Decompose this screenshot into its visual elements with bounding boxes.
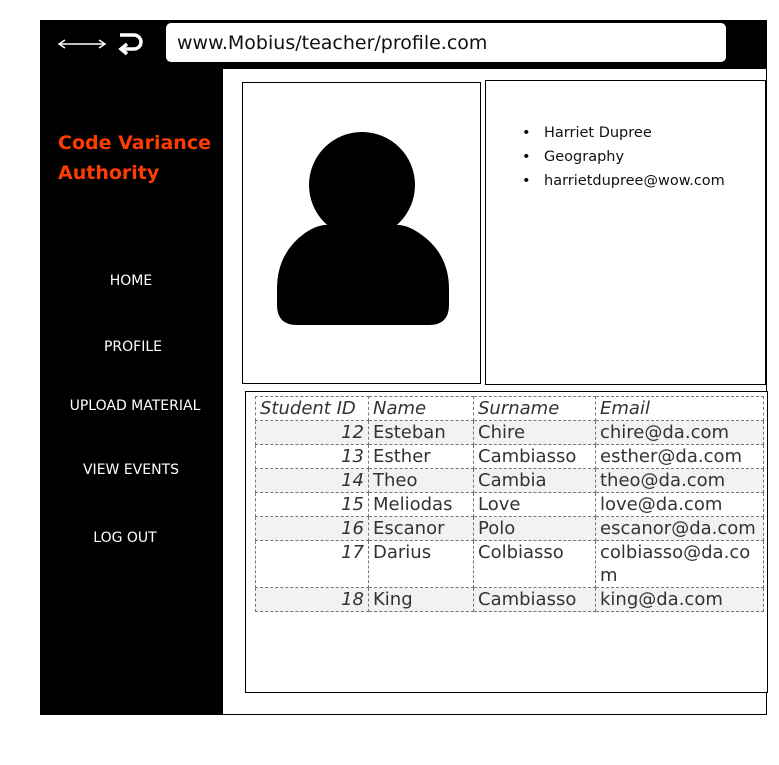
cell-name: Esteban <box>368 420 474 445</box>
teacher-name: Harriet Dupree <box>522 121 725 145</box>
col-header-student-id: Student ID <box>255 396 369 421</box>
cell-student-id: 13 <box>255 444 369 469</box>
teacher-email: harrietdupree@wow.com <box>522 169 725 193</box>
cell-email: love@da.com <box>595 492 764 517</box>
cell-name: Meliodas <box>368 492 474 517</box>
table-row: 16 Escanor Polo escanor@da.com <box>255 516 764 541</box>
cell-surname: Cambiasso <box>473 444 596 469</box>
col-header-surname: Surname <box>473 396 596 421</box>
cell-student-id: 17 <box>255 540 369 588</box>
nav-view-events[interactable]: VIEW EVENTS <box>40 462 222 478</box>
sidebar: Code Variance Authority HOME PROFILE UPL… <box>40 68 222 715</box>
cell-email: escanor@da.com <box>595 516 764 541</box>
students-panel: Student ID Name Surname Email 12 Esteban… <box>245 391 768 693</box>
table-row: 18 King Cambiasso king@da.com <box>255 587 764 612</box>
table-row: 14 Theo Cambia theo@da.com <box>255 468 764 493</box>
cell-surname: Cambiasso <box>473 587 596 612</box>
table-row: 15 Meliodas Love love@da.com <box>255 492 764 517</box>
cell-surname: Polo <box>473 516 596 541</box>
table-row: 12 Esteban Chire chire@da.com <box>255 420 764 445</box>
cell-name: Escanor <box>368 516 474 541</box>
back-forward-arrows-icon[interactable] <box>56 34 108 54</box>
address-bar[interactable]: www.Mobius/teacher/profile.com <box>166 23 726 62</box>
cell-surname: Cambia <box>473 468 596 493</box>
cell-email: theo@da.com <box>595 468 764 493</box>
url-text: www.Mobius/teacher/profile.com <box>177 31 488 54</box>
browser-toolbar: www.Mobius/teacher/profile.com <box>40 20 767 68</box>
refresh-icon[interactable] <box>114 27 146 61</box>
cell-email: colbiasso@da.com <box>595 540 764 588</box>
col-header-name: Name <box>368 396 474 421</box>
brand-logo-text: Code Variance Authority <box>58 128 218 188</box>
cell-name: Darius <box>368 540 474 588</box>
avatar-icon <box>277 132 449 325</box>
cell-email: chire@da.com <box>595 420 764 445</box>
cell-student-id: 12 <box>255 420 369 445</box>
nav-profile[interactable]: PROFILE <box>42 339 224 355</box>
teacher-subject: Geography <box>522 145 725 169</box>
table-header-row: Student ID Name Surname Email <box>255 396 764 421</box>
profile-details-list: Harriet Dupree Geography harrietdupree@w… <box>522 121 725 193</box>
brand-line-2: Authority <box>58 162 160 184</box>
nav-home[interactable]: HOME <box>40 273 222 289</box>
cell-surname: Love <box>473 492 596 517</box>
cell-student-id: 16 <box>255 516 369 541</box>
table-row: 17 Darius Colbiasso colbiasso@da.com <box>255 540 764 588</box>
cell-name: King <box>368 587 474 612</box>
cell-student-id: 18 <box>255 587 369 612</box>
col-header-email: Email <box>595 396 764 421</box>
profile-photo-panel <box>242 82 481 384</box>
nav-log-out[interactable]: LOG OUT <box>34 530 216 546</box>
cell-email: king@da.com <box>595 587 764 612</box>
cell-student-id: 14 <box>255 468 369 493</box>
students-table: Student ID Name Surname Email 12 Esteban… <box>255 396 764 612</box>
table-row: 13 Esther Cambiasso esther@da.com <box>255 444 764 469</box>
cell-email: esther@da.com <box>595 444 764 469</box>
cell-name: Esther <box>368 444 474 469</box>
profile-info-panel: Harriet Dupree Geography harrietdupree@w… <box>485 80 766 385</box>
cell-student-id: 15 <box>255 492 369 517</box>
nav-upload-material[interactable]: UPLOAD MATERIAL <box>44 398 226 414</box>
cell-name: Theo <box>368 468 474 493</box>
cell-surname: Colbiasso <box>473 540 596 588</box>
cell-surname: Chire <box>473 420 596 445</box>
brand-line-1: Code Variance <box>58 132 211 154</box>
